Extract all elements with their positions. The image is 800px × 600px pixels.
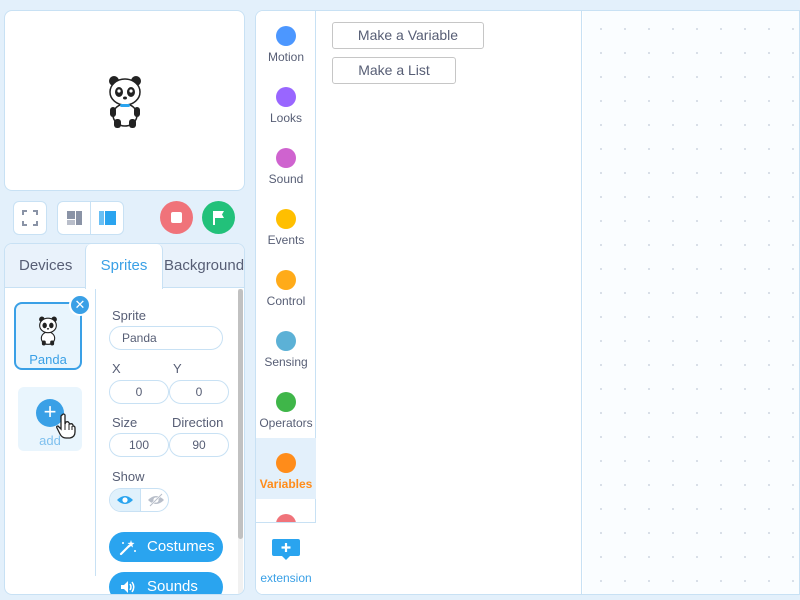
hand-cursor-icon	[56, 413, 76, 439]
sensing-dot-icon	[276, 331, 296, 351]
category-label: Sensing	[264, 355, 308, 369]
sounds-button[interactable]: Sounds	[109, 572, 223, 595]
magic-wand-icon	[119, 540, 136, 556]
operators-dot-icon	[276, 392, 296, 412]
stop-button[interactable]	[160, 201, 193, 234]
tab-sprites[interactable]: Sprites	[85, 244, 163, 289]
y-field[interactable]: 0	[169, 380, 229, 404]
variables-dot-icon	[276, 453, 296, 473]
fullscreen-button[interactable]	[13, 201, 47, 235]
extension-label: extension	[260, 571, 312, 585]
sprite-name-label: Panda	[29, 352, 67, 367]
x-field[interactable]: 0	[109, 380, 169, 404]
speaker-icon	[121, 581, 135, 593]
costumes-button[interactable]: Costumes	[109, 532, 223, 562]
size-field[interactable]: 100	[109, 433, 169, 457]
show-toggle	[109, 488, 169, 512]
code-workspace: Motion Looks Sound Events Control Sensin…	[255, 10, 800, 595]
category-sidebar: Motion Looks Sound Events Control Sensin…	[256, 11, 316, 594]
control-dot-icon	[276, 270, 296, 290]
script-area[interactable]	[583, 11, 799, 594]
direction-field[interactable]: 90	[169, 433, 229, 457]
sprite-name-caption: Sprite	[112, 308, 146, 323]
delete-sprite-button[interactable]: ✕	[69, 294, 91, 316]
make-list-button[interactable]: Make a List	[332, 57, 456, 84]
category-events[interactable]: Events	[256, 194, 316, 255]
size-caption: Size	[112, 415, 138, 430]
flag-icon	[213, 211, 224, 225]
green-flag-button[interactable]	[202, 201, 235, 234]
costumes-label: Costumes	[147, 538, 215, 555]
category-control[interactable]: Control	[256, 255, 316, 316]
events-dot-icon	[276, 209, 296, 229]
props-scrollbar[interactable]	[238, 289, 243, 594]
small-stage-button[interactable]	[58, 202, 91, 234]
category-operators[interactable]: Operators	[256, 377, 316, 438]
panel-divider	[95, 289, 96, 576]
stage[interactable]	[4, 10, 245, 191]
show-caption: Show	[112, 469, 145, 484]
sounds-label: Sounds	[147, 578, 198, 595]
x-caption: X	[112, 361, 121, 376]
large-stage-button[interactable]	[91, 202, 123, 234]
category-label: Sound	[268, 172, 304, 186]
more-dot-icon	[276, 514, 296, 522]
category-label: Looks	[269, 111, 303, 125]
category-label: Variables	[259, 477, 313, 491]
show-button[interactable]	[110, 489, 140, 511]
motion-dot-icon	[276, 26, 296, 46]
small-stage-icon	[67, 211, 82, 225]
scrollbar-thumb[interactable]	[238, 289, 243, 539]
category-label: Control	[266, 294, 306, 308]
extension-button[interactable]: extension	[256, 522, 316, 594]
sprite-name-field[interactable]: Panda	[109, 326, 223, 350]
close-icon: ✕	[74, 297, 86, 312]
category-looks[interactable]: Looks	[256, 72, 316, 133]
hide-button[interactable]	[140, 489, 168, 511]
category-more[interactable]	[256, 499, 316, 522]
panel-tabs: Devices Sprites Background	[5, 244, 244, 289]
category-sensing[interactable]: Sensing	[256, 316, 316, 377]
tab-devices[interactable]: Devices	[19, 244, 72, 288]
sprite-list: Panda ✕ + add	[5, 289, 95, 594]
category-variables[interactable]: Variables	[256, 438, 316, 499]
add-sprite-button[interactable]: + add	[18, 387, 82, 451]
block-palette: Make a Variable Make a List	[317, 11, 582, 594]
category-label: Operators	[259, 416, 313, 430]
eye-icon	[117, 496, 133, 504]
category-motion[interactable]: Motion	[256, 11, 316, 72]
large-stage-icon	[99, 211, 116, 225]
direction-caption: Direction	[172, 415, 224, 430]
fullscreen-icon	[22, 210, 38, 226]
stop-icon	[171, 212, 182, 223]
tab-background[interactable]: Background	[164, 244, 244, 288]
y-caption: Y	[173, 361, 182, 376]
eye-slash-icon	[148, 493, 164, 507]
sprite-panel: Devices Sprites Background Panda ✕ + add	[4, 243, 245, 595]
sound-dot-icon	[276, 148, 296, 168]
category-label: Events	[267, 233, 305, 247]
looks-dot-icon	[276, 87, 296, 107]
add-extension-icon	[272, 539, 300, 560]
stage-layout-toggle	[57, 201, 124, 235]
panda-icon	[39, 316, 57, 346]
category-label: Motion	[267, 50, 305, 64]
make-variable-button[interactable]: Make a Variable	[332, 22, 484, 49]
panda-sprite[interactable]	[105, 75, 145, 129]
category-sound[interactable]: Sound	[256, 133, 316, 194]
